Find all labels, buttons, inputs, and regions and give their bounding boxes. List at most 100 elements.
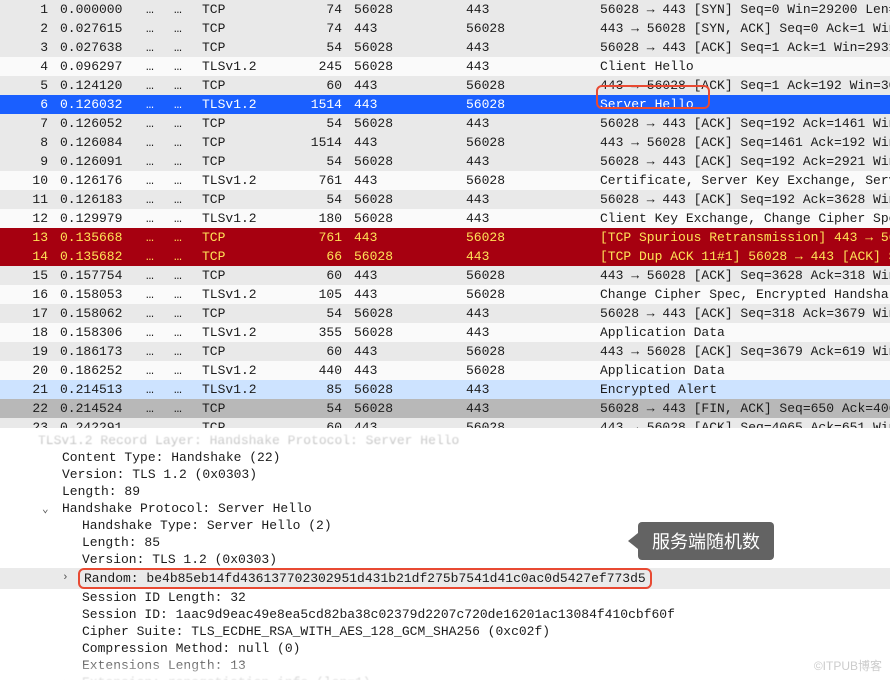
cell-sport: 443: [350, 342, 462, 361]
table-row[interactable]: 70.126052……TCP545602844356028 → 443 [ACK…: [0, 114, 890, 133]
cell-sport: 443: [350, 19, 462, 38]
cell-dst: …: [170, 57, 198, 76]
cell-num: 12: [0, 209, 56, 228]
cell-sport: 56028: [350, 323, 462, 342]
cell-num: 13: [0, 228, 56, 247]
table-row[interactable]: 200.186252……TLSv1.244044356028Applicatio…: [0, 361, 890, 380]
cell-info: Application Data: [596, 323, 890, 342]
cell-sport: 56028: [350, 114, 462, 133]
cell-info: 56028 → 443 [FIN, ACK] Seq=650 Ack=4065: [596, 399, 890, 418]
cell-dport: 443: [462, 190, 596, 209]
version1-line[interactable]: Version: TLS 1.2 (0x0303): [0, 466, 890, 483]
cell-len: 54: [284, 38, 350, 57]
cell-dst: …: [170, 95, 198, 114]
cell-info: 56028 → 443 [ACK] Seq=192 Ack=1461 Win=: [596, 114, 890, 133]
cell-info: 56028 → 443 [ACK] Seq=318 Ack=3679 Win=: [596, 304, 890, 323]
table-row[interactable]: 90.126091……TCP545602844356028 → 443 [ACK…: [0, 152, 890, 171]
table-row[interactable]: 110.126183……TCP545602844356028 → 443 [AC…: [0, 190, 890, 209]
cell-dst: …: [170, 114, 198, 133]
cell-sport: 56028: [350, 209, 462, 228]
table-row[interactable]: 180.158306……TLSv1.235556028443Applicatio…: [0, 323, 890, 342]
table-row[interactable]: 130.135668……TCP76144356028[TCP Spurious …: [0, 228, 890, 247]
cell-time: 0.124120: [56, 76, 142, 95]
cell-num: 21: [0, 380, 56, 399]
compress-line[interactable]: Compression Method: null (0): [0, 640, 890, 657]
table-row[interactable]: 170.158062……TCP545602844356028 → 443 [AC…: [0, 304, 890, 323]
cell-num: 5: [0, 76, 56, 95]
cipher-line[interactable]: Cipher Suite: TLS_ECDHE_RSA_WITH_AES_128…: [0, 623, 890, 640]
table-row[interactable]: 40.096297……TLSv1.224556028443Client Hell…: [0, 57, 890, 76]
table-row[interactable]: 30.027638……TCP545602844356028 → 443 [ACK…: [0, 38, 890, 57]
cell-proto: TCP: [198, 133, 284, 152]
random-line[interactable]: › Random: be4b85eb14fd436137702302951d43…: [0, 568, 890, 589]
table-row[interactable]: 20.027615……TCP7444356028443 → 56028 [SYN…: [0, 19, 890, 38]
cell-time: 0.126052: [56, 114, 142, 133]
cell-proto: TLSv1.2: [198, 361, 284, 380]
cell-len: 180: [284, 209, 350, 228]
cell-len: 54: [284, 152, 350, 171]
cell-info: 443 → 56028 [ACK] Seq=3628 Ack=318 Win=: [596, 266, 890, 285]
cell-sport: 56028: [350, 57, 462, 76]
cell-src: …: [142, 152, 170, 171]
cell-time: 0.186252: [56, 361, 142, 380]
cell-sport: 443: [350, 266, 462, 285]
cell-proto: TLSv1.2: [198, 209, 284, 228]
cell-proto: TCP: [198, 247, 284, 266]
sess-len-line[interactable]: Session ID Length: 32: [0, 589, 890, 606]
table-row[interactable]: 150.157754……TCP6044356028443 → 56028 [AC…: [0, 266, 890, 285]
table-row[interactable]: 160.158053……TLSv1.210544356028Change Cip…: [0, 285, 890, 304]
table-row[interactable]: 220.214524……TCP545602844356028 → 443 [FI…: [0, 399, 890, 418]
table-row[interactable]: 100.126176……TLSv1.276144356028Certificat…: [0, 171, 890, 190]
cell-dst: …: [170, 266, 198, 285]
cell-num: 20: [0, 361, 56, 380]
packet-details[interactable]: TLSv1.2 Record Layer: Handshake Protocol…: [0, 428, 890, 680]
cell-num: 3: [0, 38, 56, 57]
cell-len: 54: [284, 114, 350, 133]
cell-info: 443 → 56028 [ACK] Seq=1 Ack=192 Win=303: [596, 76, 890, 95]
cell-dport: 443: [462, 247, 596, 266]
cell-sport: 56028: [350, 304, 462, 323]
cell-dst: …: [170, 228, 198, 247]
cell-src: …: [142, 114, 170, 133]
watermark: ©ITPUB博客: [814, 657, 882, 674]
length2-line[interactable]: Length: 85: [0, 534, 890, 551]
table-row[interactable]: 120.129979……TLSv1.218056028443Client Key…: [0, 209, 890, 228]
ext-reneg-line[interactable]: › Extension: renegotiation info (len=1): [0, 674, 890, 680]
cell-dport: 56028: [462, 133, 596, 152]
cell-src: …: [142, 38, 170, 57]
ext-len-line[interactable]: Extensions Length: 13: [0, 657, 890, 674]
cell-proto: TCP: [198, 266, 284, 285]
table-row[interactable]: 80.126084……TCP151444356028443 → 56028 [A…: [0, 133, 890, 152]
chevron-right-icon[interactable]: ›: [62, 570, 69, 587]
packet-list[interactable]: 10.000000……TCP745602844356028 → 443 [SYN…: [0, 0, 890, 475]
cell-proto: TLSv1.2: [198, 323, 284, 342]
length1-line[interactable]: Length: 89: [0, 483, 890, 500]
cell-num: 22: [0, 399, 56, 418]
cell-sport: 443: [350, 76, 462, 95]
table-row[interactable]: 10.000000……TCP745602844356028 → 443 [SYN…: [0, 0, 890, 19]
cell-proto: TCP: [198, 399, 284, 418]
cell-dst: …: [170, 19, 198, 38]
content-type-line[interactable]: Content Type: Handshake (22): [0, 449, 890, 466]
cell-num: 11: [0, 190, 56, 209]
cell-dport: 443: [462, 0, 596, 19]
hs-proto-line[interactable]: ⌄ Handshake Protocol: Server Hello: [0, 500, 890, 517]
cell-info: [TCP Spurious Retransmission] 443 → 560: [596, 228, 890, 247]
packet-table[interactable]: 10.000000……TCP745602844356028 → 443 [SYN…: [0, 0, 890, 475]
table-row[interactable]: 190.186173……TCP6044356028443 → 56028 [AC…: [0, 342, 890, 361]
table-row[interactable]: 140.135682……TCP6656028443[TCP Dup ACK 11…: [0, 247, 890, 266]
cell-dport: 56028: [462, 95, 596, 114]
cell-dport: 56028: [462, 171, 596, 190]
version2-line[interactable]: Version: TLS 1.2 (0x0303): [0, 551, 890, 568]
sess-id-line[interactable]: Session ID: 1aac9d9eac49e8ea5cd82ba38c02…: [0, 606, 890, 623]
table-row[interactable]: 60.126032……TLSv1.2151444356028Server Hel…: [0, 95, 890, 114]
cell-dport: 443: [462, 323, 596, 342]
table-row[interactable]: 50.124120……TCP6044356028443 → 56028 [ACK…: [0, 76, 890, 95]
record-layer-line[interactable]: TLSv1.2 Record Layer: Handshake Protocol…: [0, 432, 890, 449]
hs-type-line[interactable]: Handshake Type: Server Hello (2): [0, 517, 890, 534]
cell-dport: 56028: [462, 361, 596, 380]
cell-dst: …: [170, 361, 198, 380]
cell-sport: 56028: [350, 399, 462, 418]
chevron-right-icon[interactable]: ›: [62, 676, 69, 680]
table-row[interactable]: 210.214513……TLSv1.28556028443Encrypted A…: [0, 380, 890, 399]
